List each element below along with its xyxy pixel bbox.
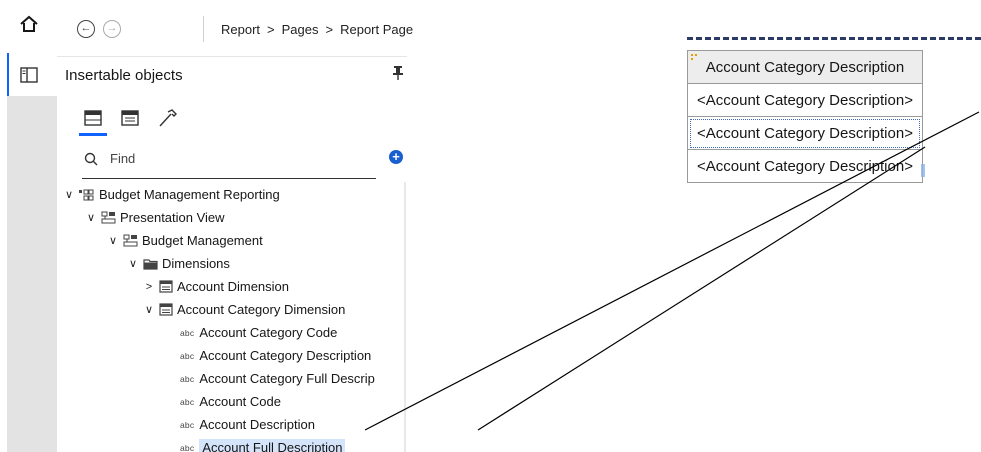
callout-line <box>477 146 926 431</box>
callout-lines <box>364 111 980 431</box>
callout-line <box>364 111 980 431</box>
